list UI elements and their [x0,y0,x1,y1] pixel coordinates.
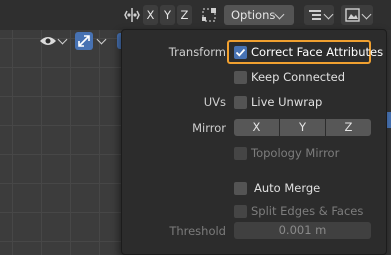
mirror-z-toggle[interactable]: Z [326,119,371,136]
live-unwrap-checkbox[interactable] [234,96,247,109]
auto-merge-checkbox[interactable] [234,182,247,195]
keep-connected-label[interactable]: Keep Connected [251,70,345,84]
chevron-down-icon [323,9,334,20]
split-edges-faces-checkbox [234,205,247,218]
topology-mirror-label: Topology Mirror [251,146,340,160]
correct-face-attributes-checkbox[interactable] [234,46,247,59]
live-unwrap-label[interactable]: Live Unwrap [251,95,322,109]
split-edges-faces-label: Split Edges & Faces [251,204,364,218]
mirror-x-toggle[interactable]: X [234,119,279,136]
chevron-down-icon [96,34,107,45]
axis-y-toggle[interactable]: Y [160,5,175,25]
snap-icon[interactable] [200,6,218,24]
transform-label: Transform [168,45,226,59]
threshold-label: Threshold [169,224,226,238]
uvs-label: UVs [203,95,226,109]
chevron-down-icon [57,34,68,45]
chevron-down-icon [274,9,285,20]
mirror-label: Mirror [192,121,226,135]
eye-icon [40,37,56,45]
mirror-y-toggle[interactable]: Y [280,119,325,136]
options-label: Options [231,8,276,22]
chevron-down-icon [361,9,372,20]
axis-x-toggle[interactable]: X [143,5,158,25]
display-mode-dropdown[interactable] [341,5,373,25]
gizmo-icon [78,35,90,47]
axis-z-toggle[interactable]: Z [177,5,192,25]
mirror-axes-icon[interactable] [124,6,140,24]
keep-connected-checkbox[interactable] [234,71,247,84]
gizmo-dropdown[interactable] [74,31,108,51]
viewport-header: X Y Z Options [0,0,391,30]
image-icon [345,8,360,22]
list-icon [309,10,321,20]
auto-merge-label[interactable]: Auto Merge [254,181,320,195]
gizmo-toggle[interactable] [75,32,93,50]
options-dropdown[interactable]: Options [224,5,294,25]
threshold-field: 0.001 m [234,222,371,239]
topology-mirror-checkbox [234,147,247,160]
outliner-filter-dropdown[interactable] [304,5,334,25]
correct-face-attributes-label[interactable]: Correct Face Attributes [251,45,383,59]
visibility-dropdown[interactable] [37,31,69,51]
checkmark-icon [235,48,246,57]
